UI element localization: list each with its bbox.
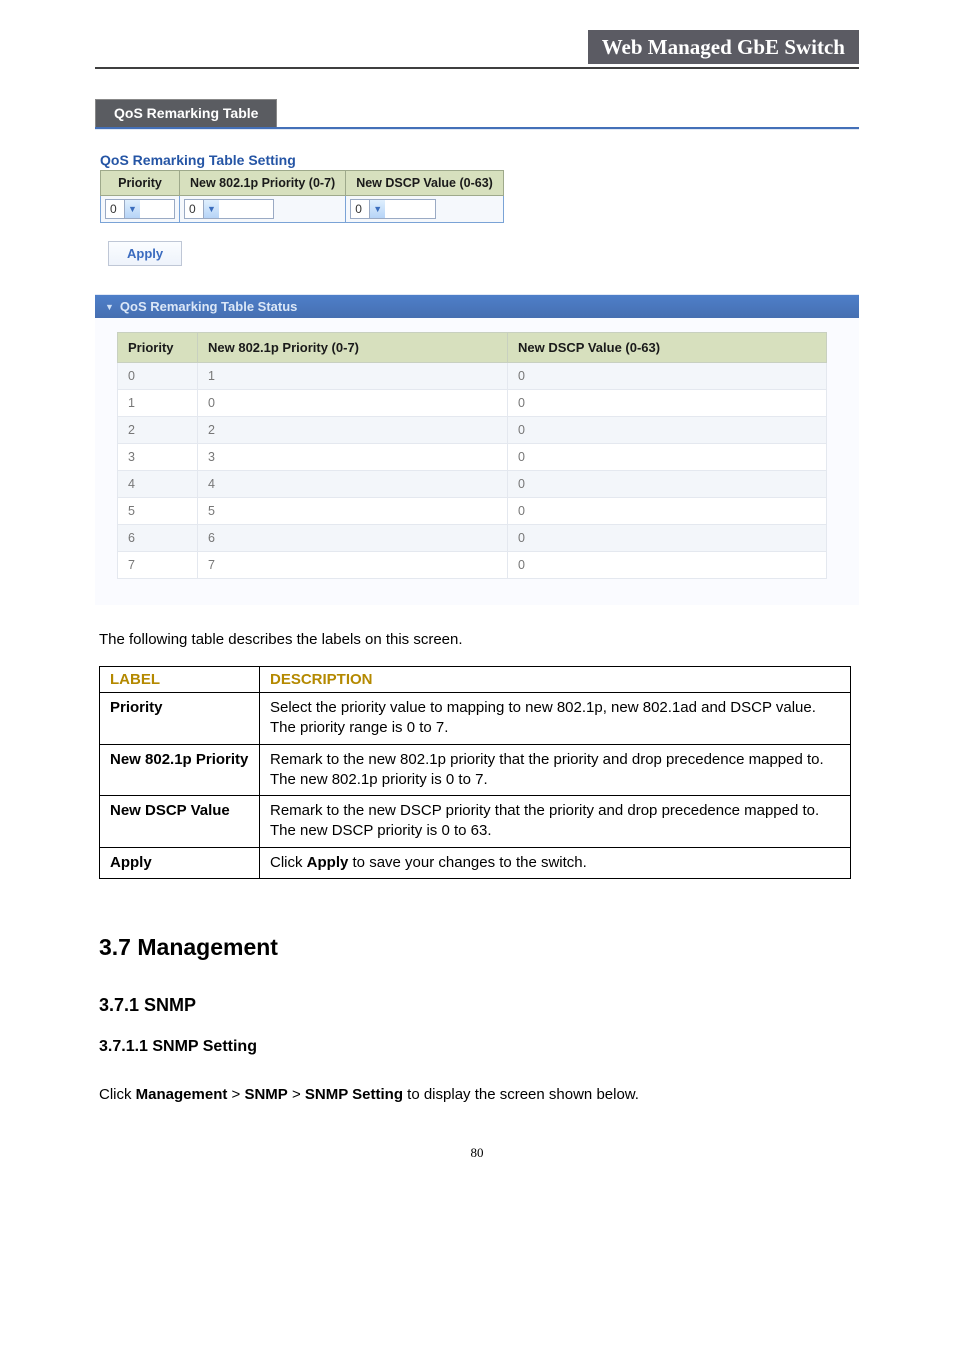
cell-new802: 2 — [198, 417, 508, 444]
desc-label: New DSCP Value — [100, 796, 260, 848]
cell-new802: 7 — [198, 552, 508, 579]
new802-select[interactable]: 0 ▼ — [184, 199, 274, 219]
desc-text-prefix: Click — [270, 854, 307, 871]
setting-header-row: Priority New 802.1p Priority (0-7) New D… — [101, 171, 504, 196]
table-row: 4 4 0 — [118, 471, 827, 498]
cell-newdscp: 0 — [508, 363, 827, 390]
nav-gt1: > — [227, 1086, 244, 1103]
caret-down-icon: ▼ — [105, 302, 114, 312]
nav-management: Management — [136, 1086, 228, 1103]
nav-gt2: > — [288, 1086, 305, 1103]
cell-newdscp: 0 — [508, 390, 827, 417]
cell-priority: 1 — [118, 390, 198, 417]
setting-table: Priority New 802.1p Priority (0-7) New D… — [100, 170, 504, 223]
nav-prefix: Click — [99, 1086, 136, 1103]
cell-priority: 7 — [118, 552, 198, 579]
cell-new802: 1 — [198, 363, 508, 390]
setting-title: QoS Remarking Table Setting — [100, 152, 954, 168]
newdscp-select[interactable]: 0 ▼ — [350, 199, 436, 219]
tab-bar: QoS Remarking Table — [95, 99, 954, 127]
status-header-new802: New 802.1p Priority (0-7) — [198, 333, 508, 363]
setting-header-new802: New 802.1p Priority (0-7) — [180, 171, 346, 196]
table-row: Priority Select the priority value to ma… — [100, 693, 851, 745]
heading-snmp-setting: 3.7.1.1 SNMP Setting — [99, 1038, 954, 1056]
cell-newdscp: 0 — [508, 552, 827, 579]
table-row: 7 7 0 — [118, 552, 827, 579]
desc-text: Click Apply to save your changes to the … — [260, 847, 851, 878]
setting-header-priority: Priority — [101, 171, 180, 196]
cell-newdscp: 0 — [508, 417, 827, 444]
tab-qos-remarking[interactable]: QoS Remarking Table — [95, 99, 277, 127]
desc-label: Priority — [100, 693, 260, 745]
cell-priority: 4 — [118, 471, 198, 498]
new802-select-value: 0 — [185, 202, 203, 216]
nav-suffix: to display the screen shown below. — [403, 1086, 639, 1103]
tab-divider — [95, 127, 859, 130]
setting-header-newdscp: New DSCP Value (0-63) — [346, 171, 504, 196]
table-row: 1 0 0 — [118, 390, 827, 417]
header-spacer — [95, 30, 588, 64]
status-header-newdscp: New DSCP Value (0-63) — [508, 333, 827, 363]
nav-snmp: SNMP — [244, 1086, 287, 1103]
cell-newdscp: 0 — [508, 525, 827, 552]
desc-text-bold: Apply — [307, 854, 349, 871]
cell-newdscp: 0 — [508, 498, 827, 525]
cell-priority: 5 — [118, 498, 198, 525]
heading-snmp: 3.7.1 SNMP — [99, 995, 954, 1016]
description-intro: The following table describes the labels… — [99, 631, 857, 648]
table-row: 3 3 0 — [118, 444, 827, 471]
heading-management: 3.7 Management — [99, 934, 954, 961]
status-header-priority: Priority — [118, 333, 198, 363]
table-row: New DSCP Value Remark to the new DSCP pr… — [100, 796, 851, 848]
cell-new802: 6 — [198, 525, 508, 552]
cell-new802: 4 — [198, 471, 508, 498]
status-table: Priority New 802.1p Priority (0-7) New D… — [117, 332, 827, 579]
chevron-down-icon: ▼ — [124, 200, 140, 218]
description-table: LABEL DESCRIPTION Priority Select the pr… — [99, 666, 851, 879]
status-panel: ▼ QoS Remarking Table Status Priority Ne… — [95, 294, 859, 605]
cell-newdscp: 0 — [508, 444, 827, 471]
table-row: 0 1 0 — [118, 363, 827, 390]
page-header: Web Managed GbE Switch — [95, 30, 859, 64]
priority-select[interactable]: 0 ▼ — [105, 199, 175, 219]
header-divider — [95, 67, 859, 69]
nav-snmp-setting: SNMP Setting — [305, 1086, 403, 1103]
table-row: Apply Click Apply to save your changes t… — [100, 847, 851, 878]
cell-priority: 3 — [118, 444, 198, 471]
cell-new802: 5 — [198, 498, 508, 525]
setting-input-row: 0 ▼ 0 ▼ 0 ▼ — [101, 196, 504, 223]
newdscp-select-value: 0 — [351, 202, 369, 216]
desc-text-suffix: to save your changes to the switch. — [348, 854, 586, 871]
breadcrumb-instruction: Click Management > SNMP > SNMP Setting t… — [99, 1086, 954, 1103]
apply-button[interactable]: Apply — [108, 241, 182, 266]
status-header-row: Priority New 802.1p Priority (0-7) New D… — [118, 333, 827, 363]
desc-text: Remark to the new DSCP priority that the… — [260, 796, 851, 848]
cell-new802: 0 — [198, 390, 508, 417]
chevron-down-icon: ▼ — [203, 200, 219, 218]
desc-header-row: LABEL DESCRIPTION — [100, 667, 851, 693]
chevron-down-icon: ▼ — [369, 200, 385, 218]
status-title: QoS Remarking Table Status — [120, 299, 297, 314]
cell-priority: 0 — [118, 363, 198, 390]
cell-newdscp: 0 — [508, 471, 827, 498]
desc-header-description: DESCRIPTION — [260, 667, 851, 693]
table-row: 2 2 0 — [118, 417, 827, 444]
desc-header-label: LABEL — [100, 667, 260, 693]
priority-select-value: 0 — [106, 202, 124, 216]
table-row: New 802.1p Priority Remark to the new 80… — [100, 744, 851, 796]
cell-new802: 3 — [198, 444, 508, 471]
desc-text: Select the priority value to mapping to … — [260, 693, 851, 745]
page-title: Web Managed GbE Switch — [588, 30, 859, 64]
table-row: 6 6 0 — [118, 525, 827, 552]
status-panel-header[interactable]: ▼ QoS Remarking Table Status — [95, 295, 859, 318]
cell-priority: 2 — [118, 417, 198, 444]
desc-label: Apply — [100, 847, 260, 878]
page-number: 80 — [0, 1145, 954, 1161]
cell-priority: 6 — [118, 525, 198, 552]
desc-label: New 802.1p Priority — [100, 744, 260, 796]
desc-text: Remark to the new 802.1p priority that t… — [260, 744, 851, 796]
table-row: 5 5 0 — [118, 498, 827, 525]
